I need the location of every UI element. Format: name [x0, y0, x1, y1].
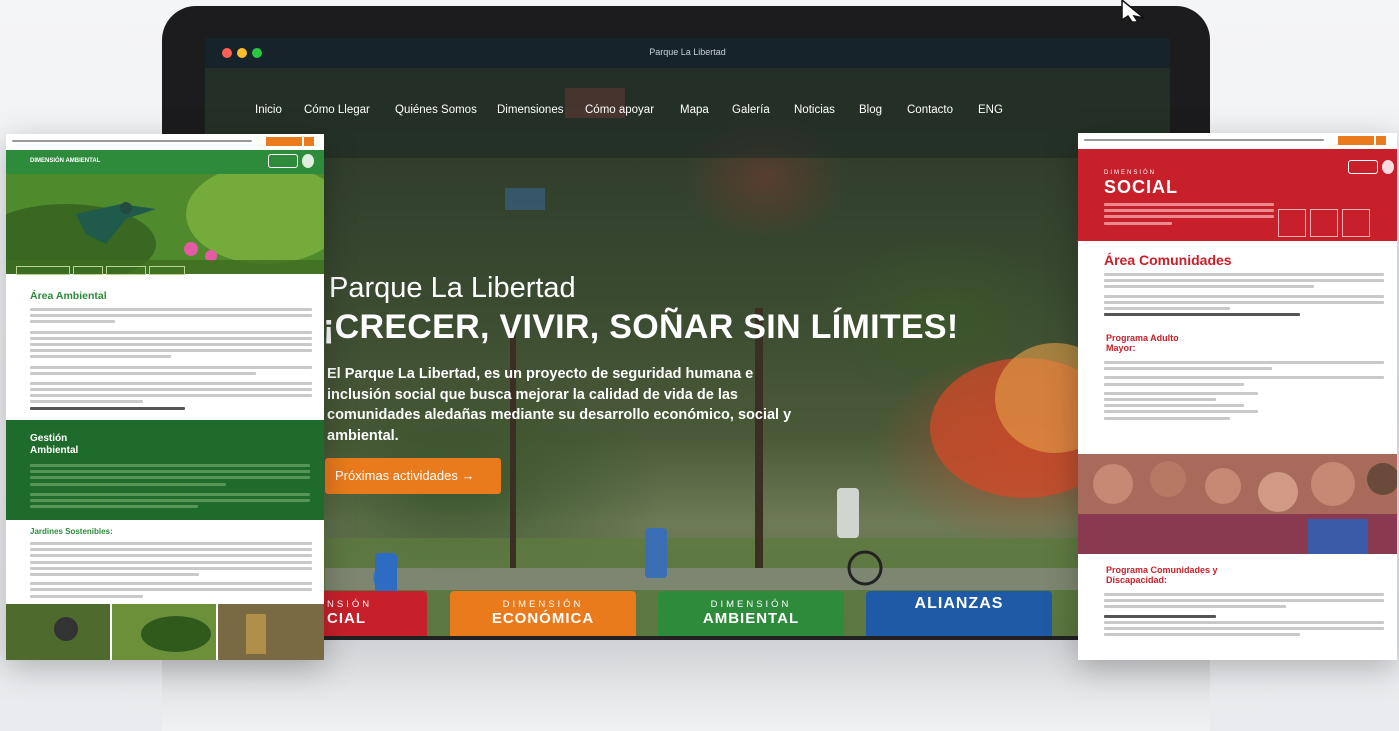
nav-item-eng[interactable]: ENG [978, 104, 1003, 116]
social-page-preview: DIMENSIÓN SOCIAL Área Comunidades Progra… [1078, 133, 1397, 660]
mini-nav-button[interactable] [1338, 136, 1374, 145]
sub-tab[interactable] [73, 266, 103, 275]
body-text [30, 308, 312, 413]
jardines-text [30, 542, 312, 601]
discapacidad-text [1104, 593, 1384, 639]
tile-label-main: ECONÓMICA [491, 610, 595, 627]
nav-item-dimensiones[interactable]: Dimensiones [497, 104, 563, 116]
gestion-ambiental-block: Gestión Ambiental [6, 420, 324, 520]
logo-icon [268, 154, 298, 168]
page-header-title: DIMENSIÓN AMBIENTAL [30, 158, 101, 164]
social-header: DIMENSIÓN SOCIAL [1078, 149, 1397, 241]
main-nav: Inicio Cómo Llegar Quiénes Somos Dimensi… [205, 104, 1170, 126]
tile-label-main: ALIANZAS [914, 595, 1004, 612]
comunidades-text [1104, 273, 1384, 319]
flag-icon [1376, 136, 1386, 145]
section-gestion-ambiental: Gestión Ambiental [30, 433, 79, 456]
section-area-ambiental: Área Ambiental [30, 290, 107, 302]
window-titlebar: Parque La Libertad [205, 38, 1170, 68]
hummingbird-photo [6, 174, 324, 274]
section-area-comunidades: Área Comunidades [1104, 252, 1232, 268]
tile-label-top: DIMENSIÓN [710, 599, 792, 610]
tile-label-main: AMBIENTAL [702, 610, 800, 627]
sub-tab[interactable] [106, 266, 146, 275]
header-big: SOCIAL [1104, 177, 1179, 197]
gallery-strip [6, 604, 324, 660]
logo-seal-icon [1382, 160, 1394, 174]
window-title: Parque La Libertad [649, 47, 726, 57]
tile-alianzas[interactable]: ALIANZAS [866, 591, 1052, 636]
hero-photo [205, 68, 1170, 636]
mini-nav-button[interactable] [266, 137, 302, 146]
sub-tab[interactable] [149, 266, 185, 275]
sdg-icon [1310, 209, 1338, 237]
tile-label-top: NSIÓN [327, 599, 373, 610]
upcoming-activities-button[interactable]: Próximas actividades → [325, 458, 501, 494]
nav-item-noticias[interactable]: Noticias [794, 104, 835, 116]
cursor-icon [1121, 0, 1145, 22]
nav-item-contacto[interactable]: Contacto [907, 104, 953, 116]
hero-title: ¡CRECER, VIVIR, SOÑAR SIN LÍMITES! [323, 308, 959, 346]
tile-dimension-economica[interactable]: DIMENSIÓN ECONÓMICA [450, 591, 636, 636]
mockup-stage: Parque La Libertad Inicio Cómo Llegar Qu… [0, 0, 1399, 731]
logo-icon [1348, 160, 1378, 174]
sub-tabs [16, 262, 206, 275]
seniors-photo [1078, 454, 1397, 554]
nav-item-mapa[interactable]: Mapa [680, 104, 709, 116]
ambiental-page-preview: DIMENSIÓN AMBIENTAL Área Ambiental Gesti… [6, 134, 324, 660]
hero-description: El Parque La Libertad, es un proyecto de… [327, 366, 792, 444]
tile-dimension-ambiental[interactable]: DIMENSIÓN AMBIENTAL [658, 591, 844, 636]
logo-seal-icon [302, 154, 314, 168]
sub-tab[interactable] [16, 266, 70, 275]
hero-section: Inicio Cómo Llegar Quiénes Somos Dimensi… [205, 68, 1170, 636]
mini-nav [1078, 133, 1397, 149]
tile-label-main: CIAL [327, 610, 366, 627]
browser-window: Parque La Libertad Inicio Cómo Llegar Qu… [205, 38, 1170, 636]
nav-item-galeria[interactable]: Galería [732, 104, 770, 116]
section-jardines: Jardines Sostenibles: [30, 527, 113, 536]
nav-item-como-apoyar[interactable]: Cómo apoyar [585, 104, 654, 116]
page-header-bar: DIMENSIÓN AMBIENTAL [6, 150, 324, 174]
gestion-text [30, 464, 310, 511]
program-comunidades-discapacidad: Programa Comunidades y Discapacidad: [1106, 565, 1218, 585]
nav-item-quienes-somos[interactable]: Quiénes Somos [395, 104, 477, 116]
flag-icon [304, 137, 314, 146]
sdg-icon [1342, 209, 1370, 237]
sdg-icon [1278, 209, 1306, 237]
nav-item-inicio[interactable]: Inicio [255, 104, 282, 116]
nav-item-blog[interactable]: Blog [859, 104, 882, 116]
header-small: DIMENSIÓN [1104, 170, 1157, 176]
hero-subtitle: Parque La Libertad [329, 272, 576, 304]
mini-nav [6, 134, 324, 150]
header-text [1104, 203, 1274, 228]
adulto-mayor-text [1104, 361, 1384, 423]
tile-label-top: DIMENSIÓN [502, 599, 584, 610]
program-adulto-mayor: Programa Adulto Mayor: [1106, 333, 1179, 353]
nav-item-como-llegar[interactable]: Cómo Llegar [304, 104, 370, 116]
